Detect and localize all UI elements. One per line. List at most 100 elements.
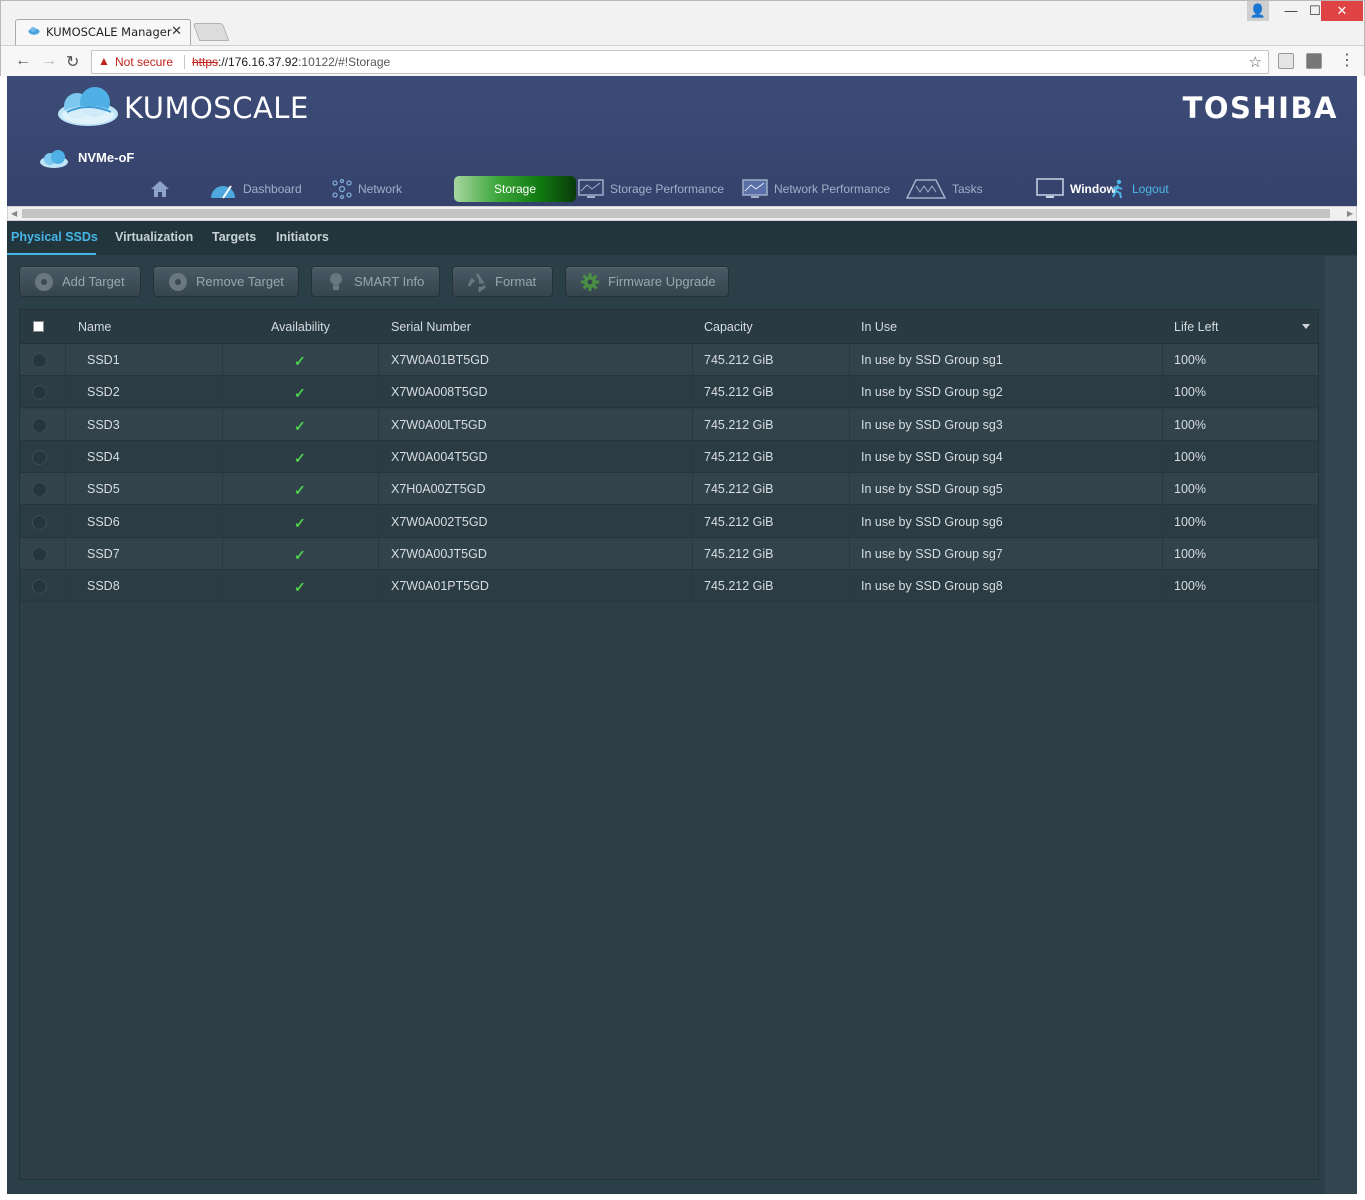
cell-serial-number: X7H0A00ZT5GD	[391, 482, 486, 497]
cell-life-left: 100%	[1174, 514, 1206, 529]
table-row[interactable]: SSD8 ✓ X7W0A01PT5GD 745.212 GiB In use by SS…	[20, 570, 1318, 603]
scrollbar-thumb[interactable]	[22, 209, 1330, 218]
row-select-radio[interactable]	[32, 514, 47, 530]
tab-title: KUMOSCALE Manager	[46, 25, 172, 39]
cell-life-left: 100%	[1174, 546, 1206, 561]
new-tab-button[interactable]	[192, 23, 230, 41]
col-capacity[interactable]: Capacity	[704, 320, 753, 334]
availability-check-icon: ✓	[294, 417, 306, 434]
column-divider	[692, 310, 693, 602]
kumoscale-app: KUMOSCALE TOSHIBA NVMe-oF Dashboard Netw…	[7, 76, 1357, 1194]
col-in-use[interactable]: In Use	[861, 320, 897, 334]
table-row[interactable]: SSD5 ✓ X7H0A00ZT5GD 745.212 GiB In use by SS…	[20, 473, 1318, 506]
nav-window-label: Window	[1070, 182, 1116, 196]
browser-menu-icon[interactable]: ⋮	[1339, 50, 1355, 70]
firmware-upgrade-button[interactable]: Firmware Upgrade	[565, 266, 729, 297]
tab-virtualization[interactable]: Virtualization	[115, 230, 193, 244]
nav-dashboard[interactable]: Dashboard	[209, 176, 302, 202]
omnibox-divider	[184, 55, 185, 69]
nav-window[interactable]: Window	[1036, 176, 1116, 202]
active-tab-underline	[7, 253, 96, 255]
nav-storage-performance[interactable]: Storage Performance	[578, 176, 724, 202]
table-row[interactable]: SSD3 ✓ X7W0A00LT5GD 745.212 GiB In use by SS…	[20, 408, 1318, 441]
cell-serial-number: X7W0A00LT5GD	[391, 417, 487, 432]
row-select-radio[interactable]	[32, 417, 47, 433]
user-profile-icon[interactable]: 👤	[1247, 1, 1269, 21]
page-horizontal-scrollbar[interactable]: ◀ ▶	[7, 206, 1357, 221]
table-row[interactable]: SSD2 ✓ X7W0A008T5GD 745.212 GiB In use by SS…	[20, 376, 1318, 409]
cell-capacity: 745.212 GiB	[704, 546, 774, 561]
scroll-right-arrow-icon[interactable]: ▶	[1347, 207, 1353, 220]
nav-storage-performance-label: Storage Performance	[610, 182, 725, 196]
forward-arrow-icon[interactable]: →	[41, 52, 57, 70]
security-label[interactable]: Not secure	[115, 55, 173, 69]
bookmark-star-icon[interactable]: ☆	[1249, 53, 1262, 71]
col-life-left[interactable]: Life Left	[1174, 320, 1218, 334]
table-row[interactable]: SSD1 ✓ X7W0A01BT5GD 745.212 GiB In use by SS…	[20, 344, 1318, 376]
browser-tab[interactable]: KUMOSCALE Manager ✕	[15, 19, 191, 45]
address-bar[interactable]: ▲ Not secure https://176.16.37.92:10122/…	[91, 50, 1269, 74]
tab-physical-ssds[interactable]: Physical SSDs	[11, 230, 98, 244]
row-select-radio[interactable]	[32, 353, 47, 368]
cell-life-left: 100%	[1174, 385, 1206, 400]
cell-serial-number: X7W0A00JT5GD	[391, 546, 487, 561]
cell-in-use: In use by SSD Group sg5	[861, 482, 1003, 497]
tab-close-icon[interactable]: ✕	[171, 23, 182, 39]
firmware-upgrade-label: Firmware Upgrade	[608, 274, 716, 289]
cell-life-left: 100%	[1174, 417, 1206, 432]
network-nodes-icon	[332, 179, 352, 199]
remove-target-button[interactable]: Remove Target	[153, 266, 299, 297]
format-button[interactable]: Format	[452, 266, 553, 297]
col-serial-number[interactable]: Serial Number	[391, 320, 471, 334]
url-host: ://176.16.37.92	[218, 55, 299, 69]
cell-name: SSD8	[87, 579, 120, 594]
cell-life-left: 100%	[1174, 482, 1206, 497]
cell-serial-number: X7W0A01PT5GD	[391, 579, 489, 594]
cell-name: SSD5	[87, 482, 120, 497]
reload-icon[interactable]: ↻	[66, 52, 79, 72]
availability-check-icon: ✓	[294, 353, 306, 369]
storage-performance-monitor-icon	[578, 179, 604, 199]
window-close-icon[interactable]: ✕	[1321, 1, 1363, 21]
nav-network-performance-label: Network Performance	[774, 182, 891, 196]
scroll-left-arrow-icon[interactable]: ◀	[11, 207, 17, 220]
nav-logout[interactable]: Logout	[1110, 176, 1169, 202]
extension-icon[interactable]	[1306, 53, 1322, 69]
logout-walking-figure-icon	[1110, 179, 1126, 199]
select-all-checkbox[interactable]	[33, 321, 44, 332]
gear-icon	[580, 272, 600, 292]
tasks-icon	[906, 178, 946, 200]
add-target-button[interactable]: Add Target	[19, 266, 141, 297]
column-divider	[1162, 310, 1163, 602]
cell-in-use: In use by SSD Group sg4	[861, 449, 1003, 464]
table-row[interactable]: SSD4 ✓ X7W0A004T5GD 745.212 GiB In use by SS…	[20, 440, 1318, 473]
col-name[interactable]: Name	[78, 320, 111, 334]
nav-storage[interactable]: Storage	[454, 176, 576, 202]
toshiba-brand: TOSHIBA	[1182, 91, 1338, 125]
table-row[interactable]: SSD7 ✓ X7W0A00JT5GD 745.212 GiB In use by SS…	[20, 537, 1318, 570]
sort-caret-down-icon[interactable]	[1302, 324, 1310, 329]
row-select-radio[interactable]	[32, 579, 47, 595]
nav-network[interactable]: Network	[332, 176, 402, 202]
tab-targets[interactable]: Targets	[212, 230, 256, 244]
lightbulb-icon	[326, 272, 346, 292]
cell-life-left: 100%	[1174, 353, 1206, 367]
col-availability[interactable]: Availability	[271, 320, 330, 334]
back-arrow-icon[interactable]: ←	[15, 52, 31, 70]
cell-in-use: In use by SSD Group sg7	[861, 546, 1003, 561]
nav-network-performance[interactable]: Network Performance	[742, 176, 890, 202]
nav-home[interactable]	[150, 176, 170, 202]
row-select-radio[interactable]	[32, 546, 47, 562]
url-text[interactable]: https://176.16.37.92:10122/#!Storage	[192, 55, 390, 69]
row-select-radio[interactable]	[32, 385, 47, 401]
remove-target-label: Remove Target	[196, 274, 284, 289]
tab-initiators[interactable]: Initiators	[276, 230, 329, 244]
smart-info-button[interactable]: SMART Info	[311, 266, 440, 297]
availability-check-icon: ✓	[294, 449, 306, 466]
nav-tasks[interactable]: Tasks	[906, 176, 983, 202]
row-select-radio[interactable]	[32, 449, 47, 465]
table-row[interactable]: SSD6 ✓ X7W0A002T5GD 745.212 GiB In use by SS…	[20, 505, 1318, 538]
row-select-radio[interactable]	[32, 482, 47, 498]
cell-life-left: 100%	[1174, 579, 1206, 594]
extension-icon[interactable]	[1278, 53, 1294, 69]
